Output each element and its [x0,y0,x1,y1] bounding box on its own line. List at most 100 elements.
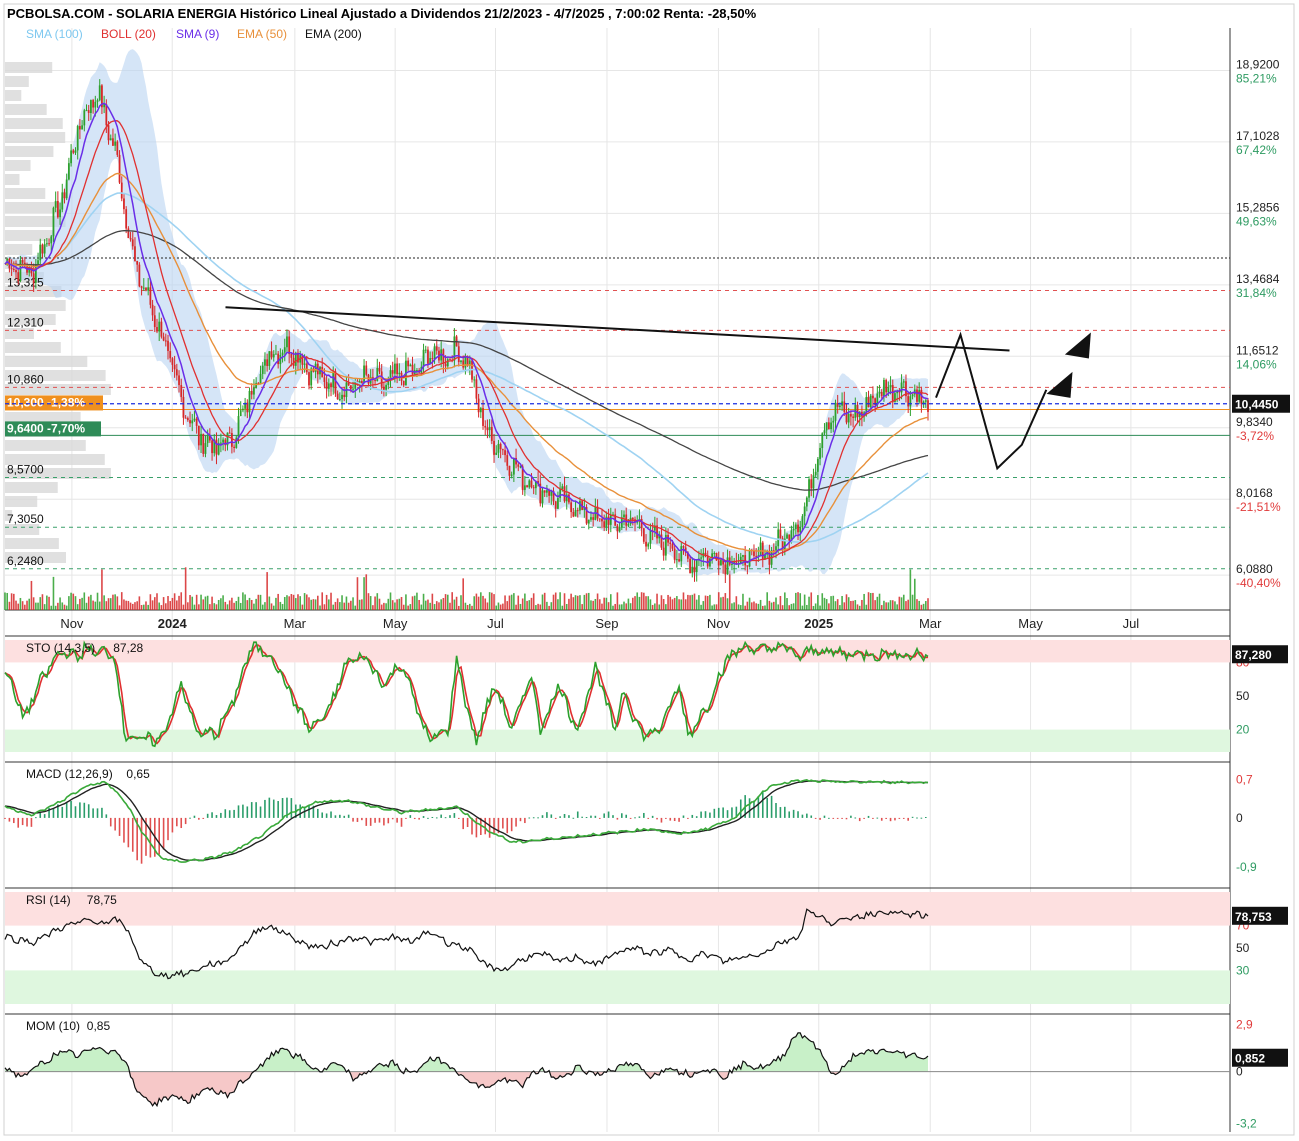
candle-body [464,356,467,368]
candle-body [825,422,828,431]
macd-histogram-bar [114,817,116,831]
macd-histogram-bar [792,809,795,818]
candle-body [885,379,888,393]
volume-bar [206,595,209,610]
candle-body [112,138,114,146]
volume-bar [667,594,669,610]
volume-bar [264,602,266,610]
volume-bar [63,604,66,610]
macd-histogram-bar [409,815,412,818]
panel-level-label: 50 [1236,941,1250,955]
candle-body [532,487,535,489]
candle-body [872,395,874,399]
candle-body [290,354,293,358]
oversold-zone [5,729,1230,752]
macd-histogram-bar [911,816,914,818]
volume-bar [625,603,628,610]
volume-bar [504,595,506,610]
candle-body [479,408,482,413]
volume-bar [350,600,352,610]
volume-profile-bar [5,244,33,255]
macd-histogram-bar [634,817,636,819]
volume-bar [451,592,453,610]
volume-bar [134,602,136,610]
panel-last-value: 78,753 [1235,910,1272,924]
macd-histogram-bar [651,815,654,818]
macd-histogram-bar [841,817,843,819]
volume-bar [118,605,121,610]
macd-histogram-bar [250,802,253,818]
candle-body [114,141,117,146]
volume-bar [543,592,546,610]
candle-body [305,363,308,373]
candle-body [156,327,158,332]
volume-bar [678,599,680,610]
volume-bar [129,602,132,610]
volume-bar [184,567,187,610]
candle-body [433,346,436,359]
candle-body [54,200,57,208]
macd-histogram-bar [722,807,724,818]
macd-histogram-bar [806,813,808,818]
candle-body [140,286,143,288]
right-axis-price: 11,6512 [1236,343,1279,357]
volume-bar [127,600,130,610]
volume-bar [59,597,61,610]
candle-body [700,557,703,559]
volume-bar [475,593,478,610]
macd-histogram-bar [290,798,293,818]
volume-bar [863,593,865,610]
level-label: 10,860 [7,372,44,386]
macd-histogram-bar [757,796,760,818]
volume-bar [114,594,116,610]
volume-bar [883,600,885,610]
candle-body [12,269,15,271]
candle-body [116,141,119,155]
candle-body [169,350,172,359]
volume-bar [623,601,625,610]
volume-bar [405,594,407,610]
candle-body [237,415,240,438]
candle-body [618,527,621,532]
candle-body [385,385,387,390]
volume-bar [32,597,35,610]
right-axis-price: 18,9200 [1236,57,1280,71]
candle-body [849,413,852,417]
candle-body [592,517,595,520]
candle-body [911,394,914,397]
volume-bar [158,602,161,610]
candle-body [178,375,180,386]
level-label: 13,325 [7,275,44,289]
macd-histogram-bar [162,817,165,850]
candle-body [812,475,815,489]
volume-bar [380,604,383,610]
volume-bar [839,605,841,610]
macd-histogram-bar [867,815,870,818]
volume-bar [638,596,641,610]
volume-bar [709,594,711,610]
macd-histogram-bar [616,817,619,820]
volume-bar [541,594,544,610]
volume-bar [691,594,694,610]
volume-bar [446,594,449,610]
volume-bar [37,602,39,610]
macd-histogram-bar [665,817,667,819]
candle-body [253,387,255,395]
volume-bar [57,602,59,610]
volume-bar [294,598,297,610]
macd-histogram-bar [550,814,553,818]
macd-histogram-bar [224,809,227,818]
volume-bar [385,603,387,610]
volume-bar [367,593,370,610]
candle-body [682,546,685,548]
candle-body [786,534,788,539]
volume-bar [453,599,456,610]
macd-histogram-bar [643,812,645,818]
candle-body [680,546,683,562]
volume-bar [817,595,819,610]
candle-body [554,501,557,509]
candle-body [422,349,425,367]
candle-body [880,391,883,397]
volume-bar [464,602,467,610]
volume-bar [658,604,661,610]
